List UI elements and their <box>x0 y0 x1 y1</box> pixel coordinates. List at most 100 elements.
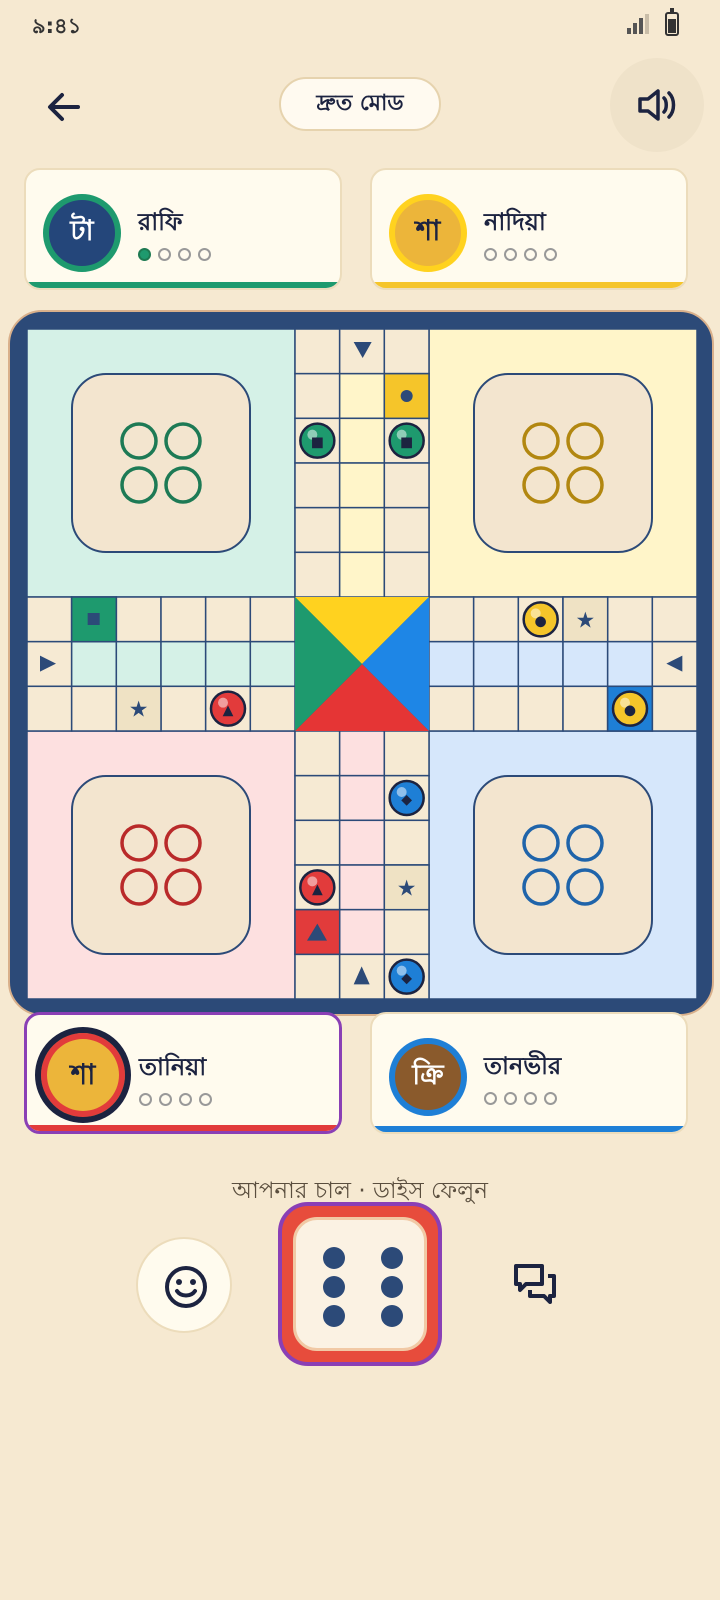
board-cell <box>651 596 697 643</box>
board-cell <box>294 774 341 822</box>
player-name: তানিয়া <box>139 1053 207 1081</box>
dice-icon <box>293 1217 427 1351</box>
board-cell <box>294 329 341 375</box>
board-cell <box>472 596 520 643</box>
star-icon: ★ <box>129 698 149 723</box>
yard-red <box>71 775 251 955</box>
token-mark: ◆ <box>401 792 412 808</box>
yard-blue <box>473 775 653 955</box>
board-cell <box>383 551 430 598</box>
player-card-tania: শা তানিয়া <box>24 1012 342 1134</box>
emoji-button[interactable] <box>136 1237 232 1333</box>
board-cell <box>338 462 386 509</box>
player-card-rafi: টা রাফি <box>24 168 342 290</box>
player-name: রাফি <box>138 208 183 236</box>
status-time: ৯:৪১ <box>32 14 82 38</box>
board-cell <box>562 685 609 732</box>
token-mark: ● <box>535 613 547 629</box>
player-card-tanvir: ক্রি তানভীর <box>370 1012 688 1134</box>
star-icon: ★ <box>575 608 595 633</box>
avatar: শা <box>389 194 467 272</box>
board-cell <box>606 596 654 643</box>
board-cell <box>249 596 296 643</box>
board-cell <box>428 596 475 643</box>
board-cell <box>294 506 341 554</box>
board-cell <box>249 685 296 732</box>
token-mark: ● <box>624 703 636 719</box>
board-cell <box>517 640 564 688</box>
board-cell <box>294 462 341 509</box>
player-name: তানভীর <box>484 1052 562 1080</box>
signal-icon <box>627 14 649 34</box>
back-arrow-icon[interactable] <box>40 82 90 132</box>
board-cell <box>651 685 697 732</box>
board-cell <box>204 640 252 688</box>
token-mark: ◆ <box>401 971 412 987</box>
board-cell <box>249 640 296 688</box>
progress-dots <box>138 246 218 261</box>
progress-dots <box>139 1091 219 1106</box>
star-icon: ★ <box>397 876 417 901</box>
board-cell <box>383 329 430 375</box>
token-mark: ■ <box>311 435 324 451</box>
player-color-bar <box>372 282 686 288</box>
player-card-nadia: শা নাদিয়া <box>370 168 688 290</box>
start-marker <box>400 390 413 402</box>
board-cell <box>294 372 341 420</box>
board-cell <box>27 685 73 732</box>
player-color-bar <box>372 1126 686 1132</box>
board-cell <box>383 819 430 866</box>
board-cell <box>338 774 386 822</box>
board-cell <box>204 596 252 643</box>
mode-button[interactable]: দ্রুত মোড <box>279 77 441 131</box>
board-cell <box>338 730 386 777</box>
board-cell <box>294 819 341 866</box>
start-marker <box>87 613 100 625</box>
board-cell <box>383 730 430 777</box>
avatar: টা <box>43 194 121 272</box>
board-grid: ★ ★ ★ ■ ■ ● ● ▲ ▲ ◆ ◆ <box>27 329 697 999</box>
board-cell <box>115 596 162 643</box>
progress-dots <box>484 246 564 261</box>
avatar: শা <box>35 1027 131 1123</box>
progress-dots <box>484 1090 564 1105</box>
board-cell <box>562 640 609 688</box>
board-cell <box>338 417 386 464</box>
board-cell <box>338 372 386 420</box>
avatar: ক্রি <box>389 1038 467 1116</box>
board-cell <box>294 551 341 598</box>
board-cell <box>294 730 341 777</box>
board-cell <box>70 640 118 688</box>
board-cell <box>70 685 118 732</box>
board-cell <box>27 596 73 643</box>
board-cell <box>472 685 520 732</box>
board-cell <box>115 640 162 688</box>
battery-icon <box>665 8 679 36</box>
board-cell <box>160 640 207 688</box>
board-cell <box>338 864 386 911</box>
token-mark: ▲ <box>223 703 234 719</box>
board-cell <box>606 640 654 688</box>
speaker-icon <box>638 89 676 121</box>
token-mark: ■ <box>400 435 413 451</box>
player-color-bar <box>27 1125 339 1131</box>
board-cell <box>383 462 430 509</box>
board-cell <box>338 819 386 866</box>
board-cell <box>383 506 430 554</box>
board-cell <box>338 551 386 598</box>
board-cell <box>160 685 207 732</box>
board-cell <box>428 685 475 732</box>
board-cell <box>383 908 430 956</box>
yard-green <box>71 373 251 553</box>
dice-button[interactable] <box>278 1202 442 1366</box>
board-cell <box>517 685 564 732</box>
chat-icon[interactable] <box>510 1258 560 1308</box>
sound-button[interactable] <box>610 58 704 152</box>
status-bar: ৯:৪১ <box>0 0 720 46</box>
player-name: নাদিয়া <box>484 208 546 236</box>
board-cell <box>294 953 341 999</box>
yard-yellow <box>473 373 653 553</box>
board-cell <box>160 596 207 643</box>
board-cell <box>428 640 475 688</box>
smiley-icon <box>165 1266 207 1308</box>
